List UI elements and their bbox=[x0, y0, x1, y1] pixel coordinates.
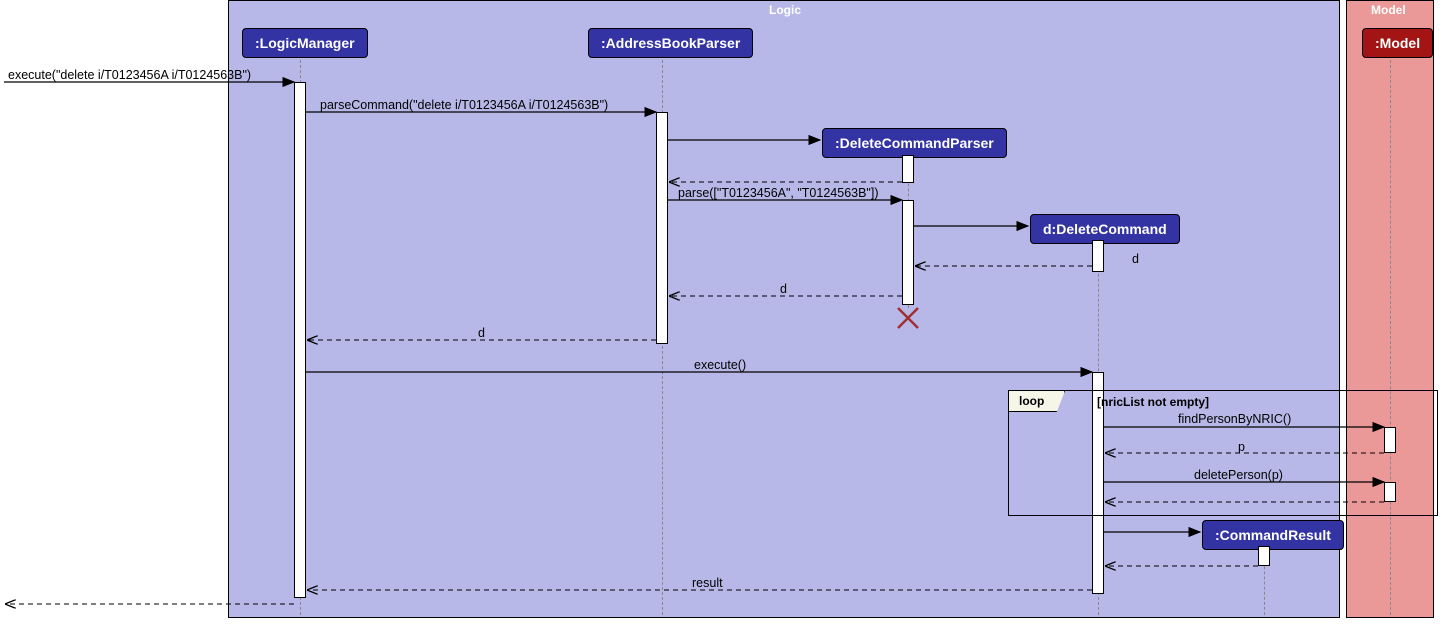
msg-parse-command: parseCommand("delete i/T0123456A i/T0124… bbox=[320, 98, 608, 112]
msg-delete-person: deletePerson(p) bbox=[1194, 468, 1283, 482]
msg-return-p: p bbox=[1238, 440, 1245, 454]
logic-container: Logic bbox=[228, 0, 1340, 618]
msg-execute: execute("delete i/T0123456A i/T0124563B"… bbox=[8, 68, 251, 82]
activation-dc-1 bbox=[1092, 240, 1104, 272]
model-container-label: Model bbox=[1371, 3, 1406, 17]
logic-container-label: Logic bbox=[769, 3, 801, 17]
msg-result: result bbox=[692, 576, 723, 590]
participant-delete-command-parser: :DeleteCommandParser bbox=[822, 128, 1007, 158]
activation-dcp-2 bbox=[902, 200, 914, 305]
participant-delete-command: d:DeleteCommand bbox=[1030, 214, 1180, 244]
activation-logic-manager bbox=[294, 82, 306, 598]
activation-address-book-parser bbox=[656, 112, 668, 344]
msg-find-person: findPersonByNRIC() bbox=[1178, 412, 1291, 426]
loop-label: loop bbox=[1008, 390, 1065, 412]
loop-frame: loop [nricList not empty] bbox=[1008, 390, 1438, 516]
lifeline-model bbox=[1390, 55, 1391, 615]
msg-execute2: execute() bbox=[694, 358, 746, 372]
msg-return-d1: d bbox=[1132, 252, 1139, 266]
participant-command-result: :CommandResult bbox=[1202, 520, 1344, 550]
participant-logic-manager: :LogicManager bbox=[242, 28, 368, 58]
participant-model: :Model bbox=[1362, 28, 1433, 58]
activation-dcp-1 bbox=[902, 155, 914, 183]
msg-return-d3: d bbox=[478, 326, 485, 340]
msg-parse: parse(["T0123456A", "T0124563B"]) bbox=[678, 186, 879, 200]
msg-return-d2: d bbox=[780, 282, 787, 296]
loop-condition: [nricList not empty] bbox=[1097, 395, 1209, 409]
participant-address-book-parser: :AddressBookParser bbox=[588, 28, 753, 58]
activation-cr bbox=[1258, 546, 1270, 566]
